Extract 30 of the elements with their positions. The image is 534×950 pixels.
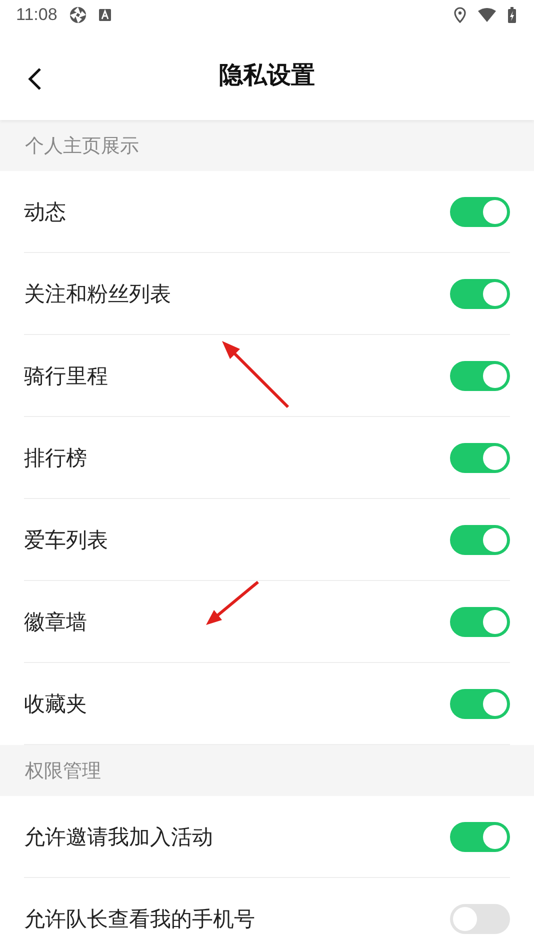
- aperture-icon: [69, 6, 88, 24]
- setting-label: 关注和粉丝列表: [24, 280, 171, 308]
- setting-label: 排行榜: [24, 444, 87, 472]
- setting-label: 允许队长查看我的手机号: [24, 906, 255, 932]
- setting-label: 骑行里程: [24, 362, 108, 390]
- battery-icon: [508, 7, 516, 23]
- section-header: 权限管理: [25, 758, 101, 784]
- back-icon: [28, 67, 42, 91]
- keyboard-icon: [99, 9, 112, 21]
- setting-label: 徽章墙: [24, 608, 87, 636]
- toggle-switch[interactable]: [450, 688, 510, 718]
- setting-label: 动态: [24, 198, 66, 226]
- page-title: 隐私设置: [219, 60, 315, 91]
- toggle-switch[interactable]: [450, 360, 510, 390]
- setting-label: 允许邀请我加入活动: [24, 824, 213, 850]
- toggle-switch[interactable]: [450, 442, 510, 472]
- annotation-arrow: [204, 580, 260, 626]
- toggle-switch[interactable]: [450, 524, 510, 554]
- toggle-switch[interactable]: [450, 196, 510, 226]
- toggle-switch[interactable]: [450, 278, 510, 308]
- toggle-switch[interactable]: [450, 822, 510, 852]
- setting-label: 收藏夹: [24, 690, 87, 718]
- location-icon: [454, 7, 466, 23]
- annotation-arrow: [220, 341, 292, 411]
- section-header: 个人主页展示: [25, 134, 139, 158]
- wifi-icon: [478, 8, 496, 22]
- toggle-switch[interactable]: [450, 606, 510, 636]
- setting-label: 爱车列表: [24, 526, 108, 554]
- status-time: 11:08: [16, 5, 58, 25]
- toggle-switch[interactable]: [450, 904, 510, 934]
